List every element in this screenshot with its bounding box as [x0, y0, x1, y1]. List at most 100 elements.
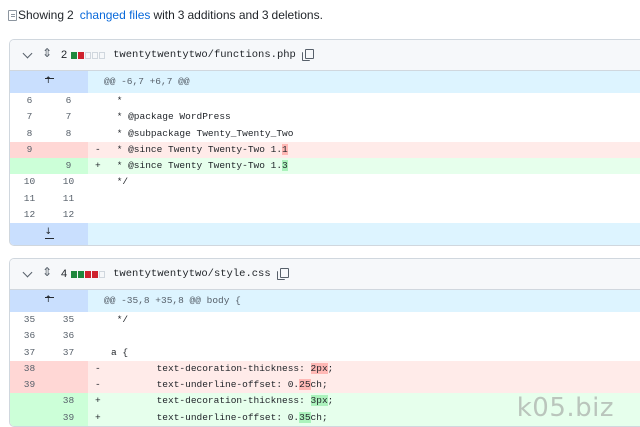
new-line-number[interactable]: 10 — [49, 174, 88, 190]
diff-line-del: 39 - text-underline-offset: 0.25ch; — [10, 377, 640, 394]
code-text: */ — [111, 176, 129, 188]
new-line-number[interactable]: 12 — [49, 207, 88, 223]
diff-line-ctx: 88 * @subpackage Twenty_Twenty_Two — [10, 126, 640, 142]
old-line-number[interactable]: 37 — [10, 345, 49, 361]
diff-line-ctx: 66 * — [10, 93, 640, 109]
new-line-number[interactable] — [49, 377, 88, 394]
expand-up-icon — [44, 295, 54, 306]
old-line-number[interactable]: 6 — [10, 93, 49, 109]
code-text: */ — [111, 314, 129, 325]
code-text: a { — [111, 346, 129, 358]
collapse-chevron-icon[interactable] — [22, 48, 33, 59]
old-line-number[interactable]: 35 — [10, 312, 49, 328]
diff-line-del: 9 - * @since Twenty Twenty-Two 1.1 — [10, 141, 640, 159]
diffstat-block-neutral — [99, 270, 106, 278]
changed-text-highlight: 1 — [282, 143, 288, 155]
diff-line-ctx: 35 35 */ — [10, 312, 640, 328]
old-line-number[interactable] — [10, 158, 49, 175]
old-line-number[interactable]: 12 — [10, 207, 49, 223]
diffstat-block-neutral — [92, 51, 99, 59]
new-line-number[interactable]: 36 — [49, 328, 88, 344]
summary-prefix: Showing — [18, 8, 65, 22]
code-line: */ — [88, 174, 640, 190]
expand-up-button[interactable] — [10, 71, 88, 93]
old-line-number[interactable]: 39 — [10, 377, 49, 394]
summary-mid1: with — [153, 8, 175, 22]
expand-down-button[interactable] — [10, 223, 88, 246]
old-line-number[interactable]: 36 — [10, 328, 49, 344]
diffstat-block-del — [78, 51, 85, 59]
file-name[interactable]: twentytwentytwo/style.css — [113, 268, 271, 280]
old-line-number[interactable]: 10 — [10, 174, 49, 190]
new-line-number[interactable]: 8 — [49, 126, 88, 142]
diffstat-block-del — [85, 270, 92, 278]
old-line-number[interactable] — [10, 393, 49, 410]
file-name[interactable]: twentytwentytwo/functions.php — [113, 49, 296, 61]
code-line: * — [88, 93, 640, 109]
diff-line-ctx: 10 10 */ — [10, 174, 640, 190]
diffstat-block-add — [78, 270, 85, 278]
file-diff-icon — [8, 9, 17, 21]
new-line-number[interactable] — [49, 141, 88, 159]
copy-icon[interactable] — [276, 268, 289, 280]
diff-sign: - — [95, 379, 101, 391]
code-text: * @package WordPress — [111, 111, 231, 123]
changed-text-highlight: 3 — [282, 160, 288, 172]
changed-text-highlight: 35 — [299, 411, 311, 423]
old-line-number[interactable]: 38 — [10, 360, 49, 378]
code-line: * @subpackage Twenty_Twenty_Two — [88, 126, 640, 142]
new-line-number[interactable]: 39 — [49, 409, 88, 427]
code-line: - * @since Twenty Twenty-Two 1.1 — [88, 141, 640, 159]
old-line-number[interactable]: 8 — [10, 126, 49, 142]
diffstat-block-del — [92, 270, 99, 278]
summary-mid2: additions and — [187, 8, 259, 22]
code-text: * @since Twenty Twenty-Two 1. — [111, 160, 283, 172]
new-line-number[interactable]: 7 — [49, 109, 88, 125]
diff-line-ctx: 77 * @package WordPress — [10, 109, 640, 125]
new-line-number[interactable]: 37 — [49, 345, 88, 361]
file-diff-functions: 2 twentytwentytwo/functions.php @@ -6,7 … — [9, 39, 640, 247]
file-header: 2 twentytwentytwo/functions.php — [10, 40, 640, 71]
diffstat-block-add — [71, 270, 78, 278]
new-line-number[interactable]: 35 — [49, 312, 88, 328]
diff-line-ctx: 36 36 — [10, 328, 640, 344]
new-line-number[interactable]: 38 — [49, 393, 88, 410]
expand-all-icon[interactable] — [42, 265, 53, 280]
new-line-number[interactable]: 11 — [49, 191, 88, 207]
code-text: * @subpackage Twenty_Twenty_Two — [111, 127, 294, 139]
old-line-number[interactable] — [10, 409, 49, 427]
diff-line-add: 9 + * @since Twenty Twenty-Two 1.3 — [10, 158, 640, 175]
code-text: * @since Twenty Twenty-Two 1. — [111, 143, 283, 155]
diff-sign: + — [95, 411, 101, 423]
changed-files-link[interactable]: changed files — [80, 8, 151, 22]
summary-deletions: 3 — [261, 8, 269, 22]
change-count: 2 — [61, 49, 68, 61]
diff-line-del: 38 - text-decoration-thickness: 2px; — [10, 360, 640, 378]
copy-icon[interactable] — [301, 49, 314, 61]
diffstat-block-add — [71, 51, 78, 59]
new-line-number[interactable] — [49, 360, 88, 378]
hunk-header-text: @@ -35,8 +35,8 @@ body { — [88, 290, 640, 312]
code-line: * @package WordPress — [88, 109, 640, 125]
code-line: a { — [88, 345, 640, 361]
old-line-number[interactable]: 7 — [10, 109, 49, 125]
expand-all-icon[interactable] — [42, 46, 53, 61]
expand-up-button[interactable] — [10, 290, 88, 312]
old-line-number[interactable]: 11 — [10, 191, 49, 207]
expand-up-icon — [44, 76, 54, 87]
diffstat-blocks — [71, 51, 106, 59]
new-line-number[interactable]: 9 — [49, 158, 88, 175]
summary-additions: 3 — [177, 8, 185, 22]
code-line: + * @since Twenty Twenty-Two 1.3 — [88, 158, 640, 175]
collapse-chevron-icon[interactable] — [22, 267, 33, 278]
old-line-number[interactable]: 9 — [10, 141, 49, 159]
code-text: text-underline-offset: 0. — [111, 411, 300, 423]
code-line: - text-decoration-thickness: 2px; — [88, 360, 640, 378]
file-header: 4 twentytwentytwo/style.css — [10, 259, 640, 290]
code-text-rest: ch; — [310, 379, 328, 391]
new-line-number[interactable]: 6 — [49, 93, 88, 109]
diff-sign: + — [95, 160, 101, 172]
code-text-rest: ; — [327, 362, 334, 374]
